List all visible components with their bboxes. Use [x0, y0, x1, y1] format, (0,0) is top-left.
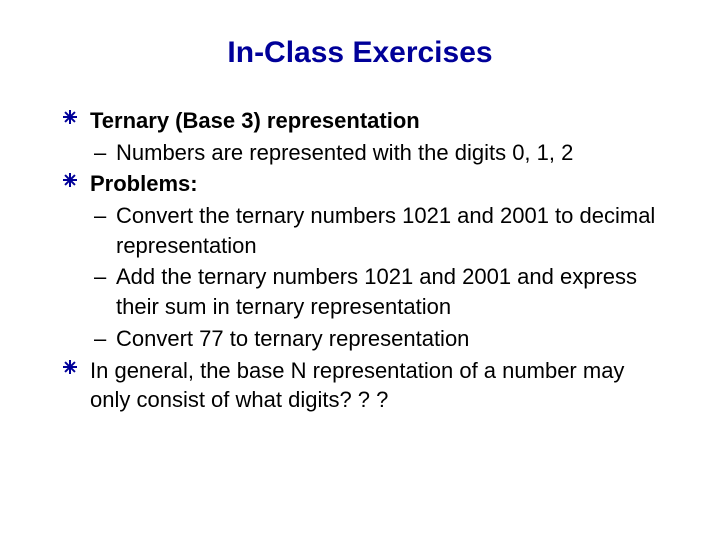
bullet-item: Problems: — [60, 169, 660, 199]
sub-bullet-item: Convert 77 to ternary representation — [60, 324, 660, 354]
asterisk-icon — [62, 359, 78, 375]
bullet-text: Problems: — [90, 171, 198, 196]
sub-bullet-text: Convert the ternary numbers 1021 and 200… — [116, 203, 655, 258]
asterisk-icon — [62, 109, 78, 125]
sub-bullet-text: Convert 77 to ternary representation — [116, 326, 469, 351]
slide-title: In-Class Exercises — [40, 36, 680, 70]
slide-body: Ternary (Base 3) representation Numbers … — [60, 106, 660, 415]
sub-bullet-item: Convert the ternary numbers 1021 and 200… — [60, 201, 660, 260]
sub-bullet-item: Add the ternary numbers 1021 and 2001 an… — [60, 262, 660, 321]
bullet-text: In general, the base N representation of… — [90, 358, 624, 413]
asterisk-icon — [62, 172, 78, 188]
bullet-item: In general, the base N representation of… — [60, 356, 660, 415]
sub-bullet-text: Add the ternary numbers 1021 and 2001 an… — [116, 264, 637, 319]
slide: In-Class Exercises Ternary (Base 3) repr… — [0, 0, 720, 540]
sub-bullet-text: Numbers are represented with the digits … — [116, 140, 573, 165]
bullet-text: Ternary (Base 3) representation — [90, 108, 420, 133]
sub-bullet-item: Numbers are represented with the digits … — [60, 138, 660, 168]
bullet-item: Ternary (Base 3) representation — [60, 106, 660, 136]
